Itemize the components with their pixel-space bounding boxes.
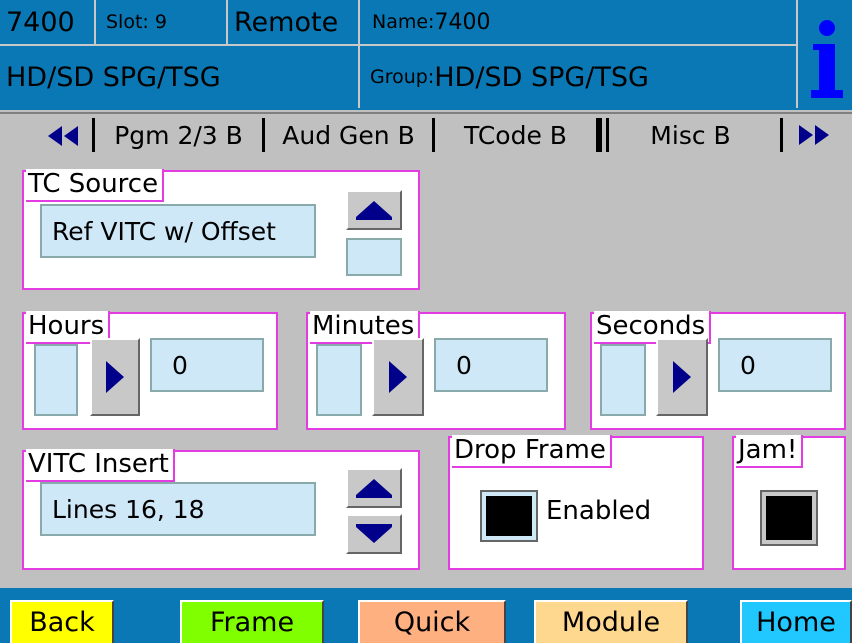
down-arrow-icon	[356, 524, 392, 543]
drop-frame-title: Drop Frame	[452, 435, 612, 468]
minutes-increment-button[interactable]	[372, 338, 424, 416]
jam-button[interactable]	[760, 490, 818, 546]
hours-value[interactable]: 0	[150, 338, 264, 392]
name-label: Name:	[372, 11, 435, 33]
tc-source-up-button[interactable]	[346, 190, 402, 230]
model-label: 7400	[0, 0, 96, 46]
seconds-panel: Seconds 0	[590, 311, 846, 430]
module-button[interactable]: Module	[534, 600, 688, 643]
quick-button[interactable]: Quick	[358, 600, 506, 643]
tab-misc-b[interactable]: Misc B	[606, 118, 772, 152]
tab-tcode-b[interactable]: TCode B	[432, 118, 602, 152]
home-button[interactable]: Home	[740, 600, 852, 643]
seconds-left-slot	[600, 344, 646, 416]
name-value: 7400	[434, 9, 491, 35]
hours-left-slot	[34, 344, 78, 416]
bottom-bar: Back Frame Quick Module Home	[0, 588, 852, 643]
vitc-insert-value[interactable]: Lines 16, 18	[40, 482, 316, 536]
group-field: Group: HD/SD SPG/TSG	[360, 46, 798, 108]
double-left-arrow-icon[interactable]	[46, 122, 82, 150]
vitc-insert-panel: VITC Insert Lines 16, 18	[22, 449, 420, 570]
right-arrow-icon	[389, 361, 407, 393]
tc-source-title: TC Source	[26, 169, 165, 202]
name-field: Name: 7400	[360, 0, 798, 46]
tab-pgm-2-3-b[interactable]: Pgm 2/3 B	[92, 118, 262, 152]
right-arrow-icon	[673, 361, 691, 393]
drop-frame-panel: Drop Frame Enabled	[448, 435, 704, 570]
drop-frame-checkbox[interactable]	[480, 490, 538, 542]
back-button[interactable]: Back	[10, 600, 114, 643]
hours-panel: Hours 0	[22, 311, 278, 430]
jam-title: Jam!	[736, 435, 804, 468]
header-bar: 7400 Slot: 9 Remote Name: 7400 HD/SD SPG…	[0, 0, 852, 110]
info-i-icon[interactable]	[805, 18, 845, 102]
mode-label: Remote	[228, 0, 360, 46]
jam-panel: Jam!	[732, 435, 846, 570]
up-arrow-icon	[356, 479, 392, 498]
seconds-increment-button[interactable]	[656, 338, 708, 416]
group-value: HD/SD SPG/TSG	[434, 61, 649, 93]
group-label: Group:	[370, 66, 435, 88]
vitc-insert-title: VITC Insert	[26, 449, 175, 482]
tab-aud-gen-b[interactable]: Aud Gen B	[262, 118, 432, 152]
tc-source-value[interactable]: Ref VITC w/ Offset	[40, 204, 316, 258]
right-arrow-icon	[106, 361, 124, 393]
up-arrow-icon	[356, 201, 392, 220]
minutes-value[interactable]: 0	[434, 338, 548, 392]
double-right-arrow-icon[interactable]	[780, 118, 833, 152]
minutes-panel: Minutes 0	[306, 311, 566, 430]
tc-source-down-slot	[346, 238, 402, 276]
drop-frame-enabled-label: Enabled	[546, 496, 652, 526]
slot-label: Slot: 9	[96, 0, 228, 46]
vitc-insert-up-button[interactable]	[346, 468, 402, 508]
vitc-insert-down-button[interactable]	[346, 514, 402, 554]
tc-source-panel: TC Source Ref VITC w/ Offset	[22, 169, 420, 290]
tab-bar: Pgm 2/3 B Aud Gen B TCode B Misc B	[0, 112, 852, 152]
seconds-value[interactable]: 0	[718, 338, 832, 392]
hours-increment-button[interactable]	[90, 338, 140, 416]
minutes-left-slot	[316, 344, 362, 416]
frame-button[interactable]: Frame	[180, 600, 324, 643]
description-label: HD/SD SPG/TSG	[0, 46, 360, 108]
